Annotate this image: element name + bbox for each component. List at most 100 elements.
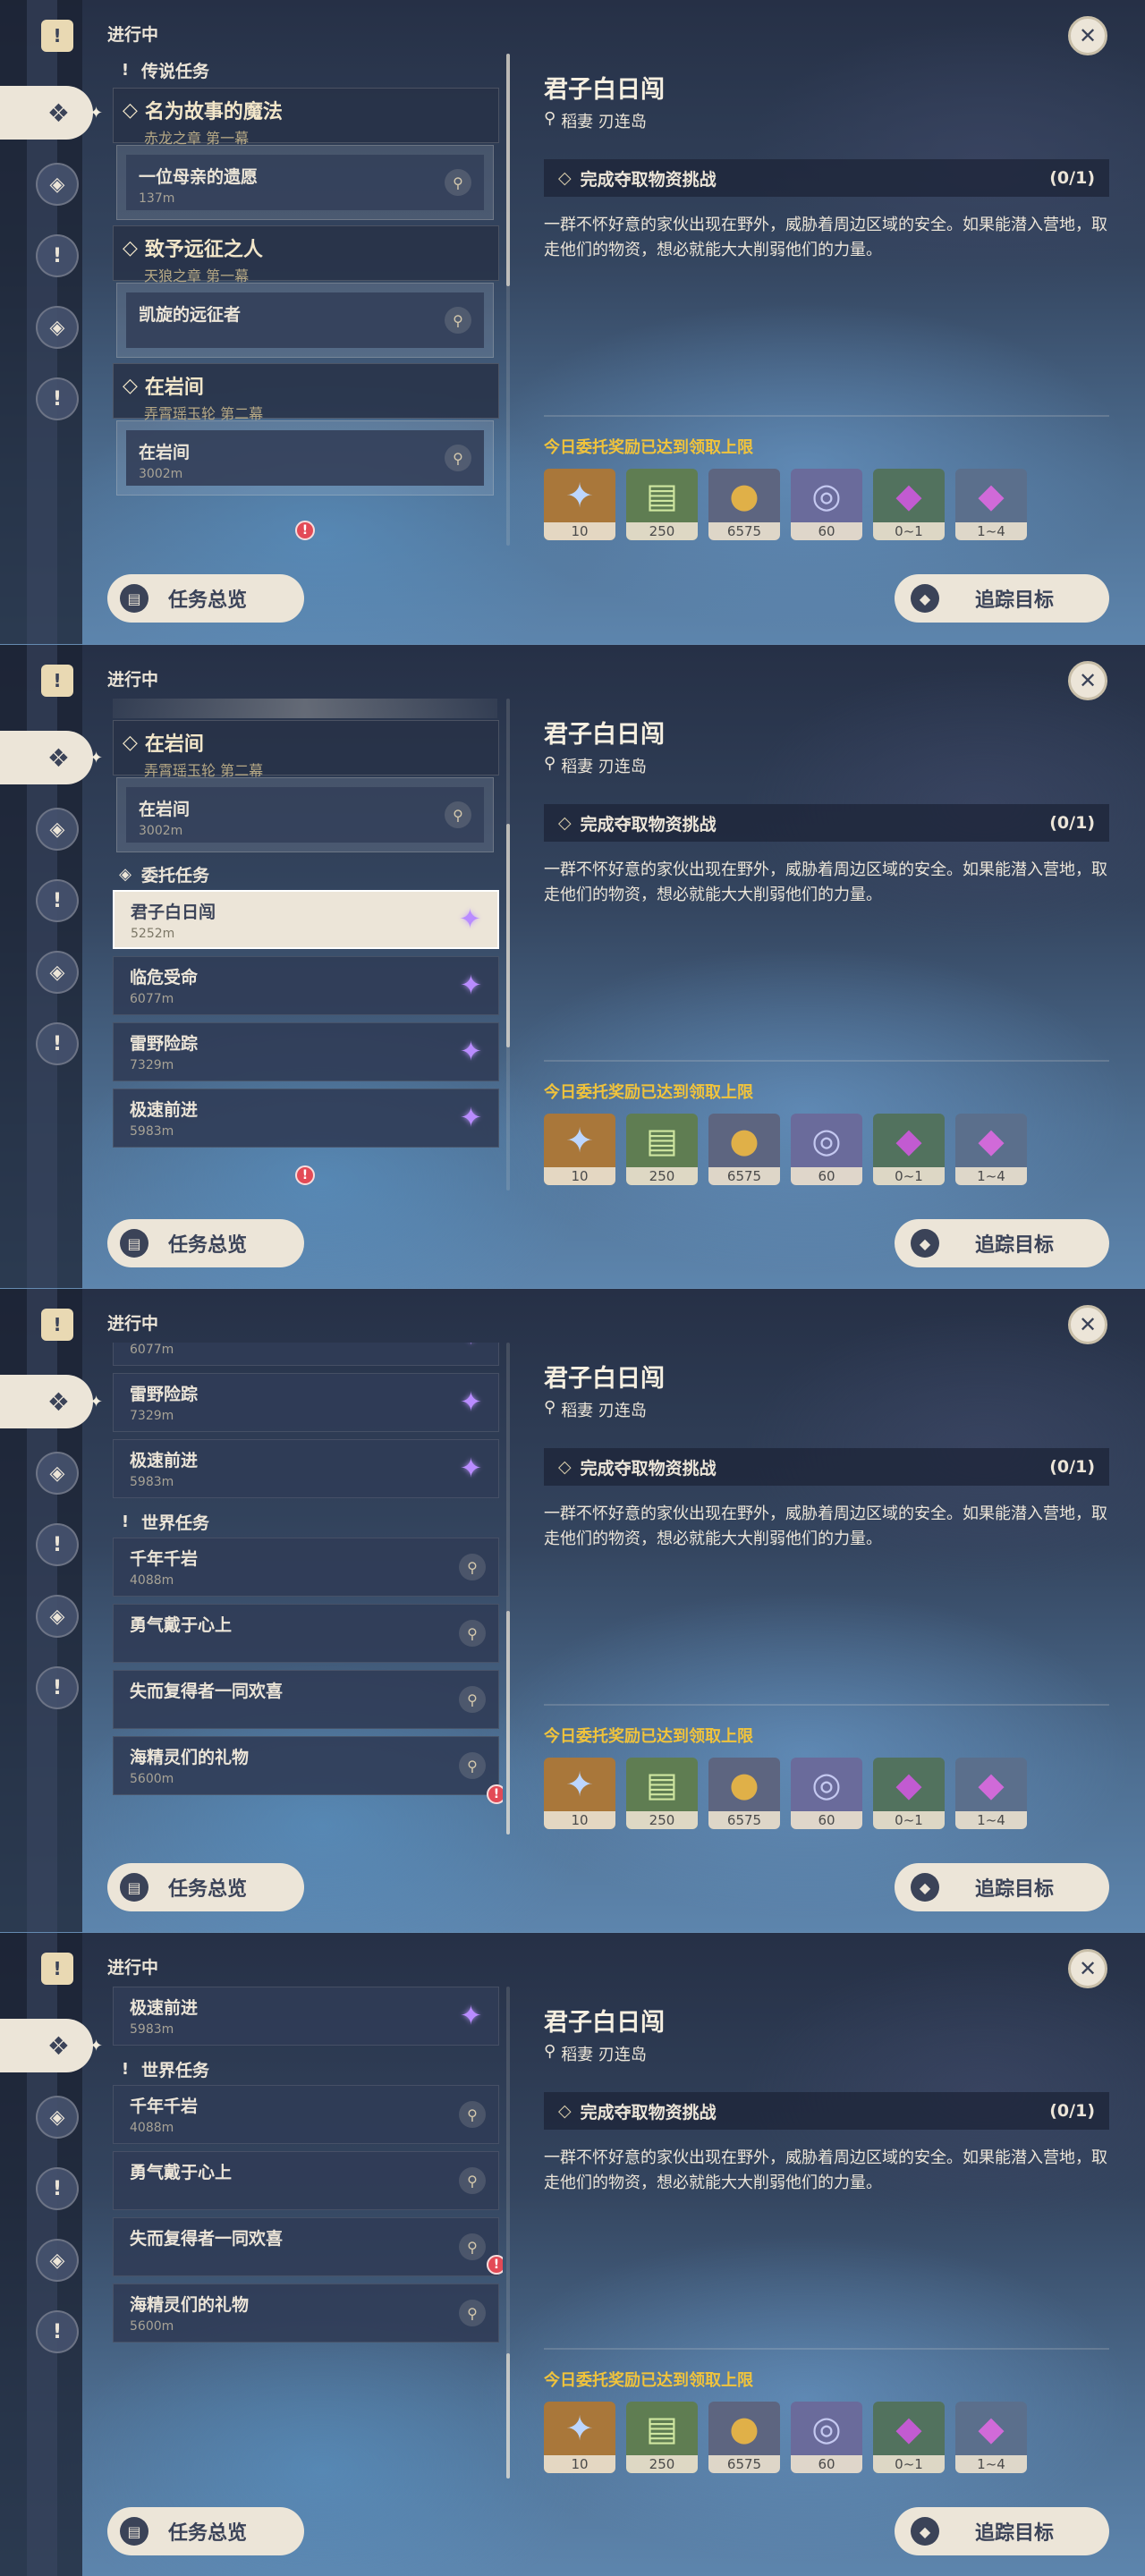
rail-tab-story[interactable]: !	[36, 2167, 79, 2210]
legend-quest-header[interactable]: ◇ 名为故事的魔法 赤龙之章 第一幕	[113, 88, 499, 147]
quest-overview-button[interactable]: ▤ 任务总览	[107, 2507, 304, 2555]
quest-screen: ! ❖ ✦ ◈ ! ◈ ! 进行中 ! 传说任务 ◇ 名为故事的魔法 赤龙之章 第一幕一…	[0, 0, 1145, 644]
rail-tab-commission[interactable]: ◈	[36, 951, 79, 994]
adventure-exp-icon: ▤	[646, 1121, 678, 1160]
rail-tab-archon[interactable]: ◈	[36, 163, 79, 206]
quest-book-icon[interactable]: !	[41, 1309, 73, 1341]
legend-quest-header[interactable]: ◇ 在岩间 弄霄瑶玉轮 第二幕	[113, 720, 499, 779]
rail-tab-world[interactable]: !	[36, 2310, 79, 2353]
adventure-exp-icon: ▤	[646, 2409, 678, 2448]
map-pin-icon[interactable]: ⚲	[445, 169, 471, 196]
quest-screen: ! ❖ ✦ ◈ ! ◈ ! 进行中 极速前进 5983m ✦! 世界任务 千年千岩 408…	[0, 1932, 1145, 2576]
rail-tab-archon[interactable]: ◈	[36, 1452, 79, 1495]
quest-book-icon[interactable]: !	[41, 665, 73, 697]
map-pin-icon[interactable]: ⚲	[445, 445, 471, 471]
scroll-thumb[interactable]	[506, 2353, 510, 2479]
map-pin-icon[interactable]: ⚲	[459, 2300, 486, 2326]
commission-row[interactable]: 极速前进 5983m ✦	[113, 1089, 499, 1148]
quest-book-icon[interactable]: !	[41, 20, 73, 52]
map-pin-icon[interactable]: ⚲	[459, 2101, 486, 2128]
quest-list-scrollbar[interactable]	[506, 1987, 510, 2479]
legend-quest-step-card[interactable]: 在岩间 3002m ⚲	[116, 777, 494, 852]
quest-list-scrollbar[interactable]	[506, 699, 510, 1191]
reward-limit-note: 今日委托奖励已达到领取上限	[544, 438, 753, 457]
map-pin-icon[interactable]: ⚲	[459, 2233, 486, 2260]
world-quest-row[interactable]: 勇气戴于心上 ⚲	[113, 2151, 499, 2210]
track-button[interactable]: ◆ 追踪目标	[895, 1863, 1109, 1911]
reward-divider	[544, 1060, 1109, 1062]
legend-quest-title-row: ◇ 在岩间	[123, 728, 489, 757]
quest-list-scrollbar[interactable]	[506, 1343, 510, 1835]
quest-list[interactable]: 临危受命6077m✦雷野险踪7329m✦极速前进5983m✦!世界任务千年千岩4…	[107, 1343, 503, 1835]
commission-row[interactable]: 极速前进 5983m ✦	[113, 1439, 499, 1498]
rail-tab-commission[interactable]: ◈	[36, 306, 79, 349]
world-quest-row[interactable]: 千年千岩 4088m ⚲	[113, 1538, 499, 1597]
rail-tab-all[interactable]: ❖	[0, 2019, 93, 2072]
legend-quest-header[interactable]: ◇ 致予远征之人 天狼之章 第一幕	[113, 225, 499, 284]
rail-tab-commission[interactable]: ◈	[36, 2239, 79, 2282]
commission-row[interactable]: 雷野险踪 7329m ✦	[113, 1373, 499, 1432]
world-quest-row[interactable]: 失而复得者一同欢喜 ⚲	[113, 1670, 499, 1729]
legend-quest-step-card[interactable]: 一位母亲的遗愿 137m ⚲	[116, 145, 494, 220]
reward-limit-note: 今日委托奖励已达到领取上限	[544, 1083, 753, 1102]
reward-count: 60	[791, 1167, 862, 1185]
alert-icon: !	[295, 521, 315, 540]
objective-text: 完成夺取物资挑战	[580, 2102, 717, 2123]
map-pin-icon[interactable]: ⚲	[445, 307, 471, 334]
quest-book-icon[interactable]: !	[41, 1953, 73, 1985]
close-button[interactable]: ✕	[1068, 16, 1107, 55]
world-quest-row[interactable]: 海精灵们的礼物 5600m ⚲	[113, 1736, 499, 1795]
quest-overview-button[interactable]: ▤ 任务总览	[107, 1863, 304, 1911]
commission-row[interactable]: 极速前进 5983m ✦	[113, 1987, 499, 2046]
map-pin-icon[interactable]: ⚲	[459, 1620, 486, 1647]
commission-row[interactable]: 临危受命6077m✦	[113, 956, 499, 1015]
commission-row[interactable]: 雷野险踪 7329m ✦	[113, 1022, 499, 1081]
rail-tab-story[interactable]: !	[36, 1523, 79, 1566]
reward-list: ✦ 10 ▤ 250 ● 6575 ◎ 60 ◆ 0~1 ◆ 1~4	[544, 469, 1027, 540]
reward-count: 0~1	[873, 522, 945, 540]
quest-overview-button[interactable]: ▤ 任务总览	[107, 574, 304, 623]
scroll-thumb[interactable]	[506, 54, 510, 286]
map-pin-icon[interactable]: ⚲	[459, 1686, 486, 1713]
legend-quest-step-card[interactable]: 在岩间 3002m ⚲	[116, 420, 494, 496]
rail-tab-all[interactable]: ❖	[0, 1375, 93, 1428]
quest-list-scrollbar[interactable]	[506, 54, 510, 546]
rail-tab-story[interactable]: !	[36, 879, 79, 922]
world-quest-row[interactable]: 千年千岩 4088m ⚲	[113, 2085, 499, 2144]
scroll-thumb[interactable]	[506, 824, 510, 1047]
track-button[interactable]: ◆ 追踪目标	[895, 2507, 1109, 2555]
scroll-thumb[interactable]	[506, 1611, 510, 1835]
quest-list[interactable]: ◇ 在岩间 弄霄瑶玉轮 第二幕 在岩间 3002m ⚲ ◈ 委托任务 君子白日闯 5252m ✦ 临危…	[107, 699, 503, 1191]
commission-row[interactable]: 君子白日闯 5252m ✦	[113, 890, 499, 949]
world-quest-row[interactable]: 勇气戴于心上 ⚲	[113, 1604, 499, 1663]
world-quest-row[interactable]: 海精灵们的礼物 5600m ⚲	[113, 2284, 499, 2343]
rail-tab-commission[interactable]: ◈	[36, 1595, 79, 1638]
quest-list[interactable]: 极速前进 5983m ✦! 世界任务 千年千岩 4088m ⚲ 勇气戴于心上 ⚲ 失而复得者一同欢…	[107, 1987, 503, 2479]
track-button[interactable]: ◆ 追踪目标	[895, 574, 1109, 623]
commission-row[interactable]: 临危受命6077m✦	[113, 1343, 499, 1366]
reward-count: 6575	[708, 2455, 780, 2473]
map-pin-icon[interactable]: ⚲	[459, 2167, 486, 2194]
map-pin-icon[interactable]: ⚲	[459, 1554, 486, 1580]
archon-quest-icon: ◈	[49, 2106, 65, 2129]
rail-tab-archon[interactable]: ◈	[36, 808, 79, 851]
quest-overview-button[interactable]: ▤ 任务总览	[107, 1219, 304, 1267]
legend-quest-step-card[interactable]: 凯旋的远征者 ⚲	[116, 283, 494, 358]
rail-tab-world[interactable]: !	[36, 1022, 79, 1065]
rail-tab-story[interactable]: !	[36, 234, 79, 277]
map-pin-icon[interactable]: ⚲	[445, 801, 471, 828]
rail-tab-world[interactable]: !	[36, 377, 79, 420]
rail-tab-archon[interactable]: ◈	[36, 2096, 79, 2139]
close-button[interactable]: ✕	[1068, 1305, 1107, 1344]
close-button[interactable]: ✕	[1068, 1949, 1107, 1988]
rail-tab-world[interactable]: !	[36, 1666, 79, 1709]
legend-quest-header[interactable]: ◇ 在岩间 弄霄瑶玉轮 第二幕	[113, 363, 499, 422]
rail-tab-all[interactable]: ❖	[0, 86, 93, 140]
quest-list[interactable]: ! 传说任务 ◇ 名为故事的魔法 赤龙之章 第一幕 一位母亲的遗愿 137m ⚲ ◇ 致予远征之人…	[107, 54, 503, 546]
world-quest-row[interactable]: 失而复得者一同欢喜 ⚲	[113, 2217, 499, 2276]
track-button[interactable]: ◆ 追踪目标	[895, 1219, 1109, 1267]
rail-tab-all[interactable]: ❖	[0, 731, 93, 784]
map-pin-icon[interactable]: ⚲	[459, 1752, 486, 1779]
close-button[interactable]: ✕	[1068, 661, 1107, 700]
detail-location-text: 稻妻 刃连岛	[561, 758, 647, 776]
